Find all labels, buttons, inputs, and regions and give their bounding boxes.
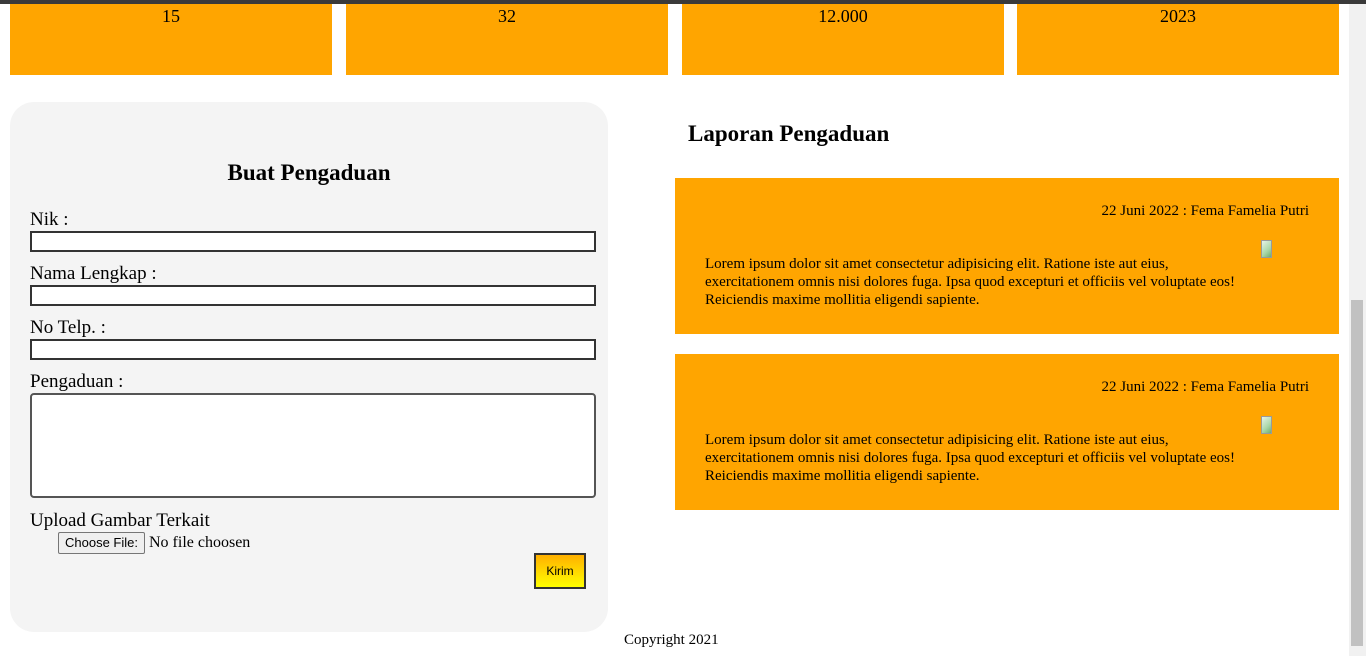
upload-label: Upload Gambar Terkait xyxy=(30,510,210,531)
stats-row: 15 32 12.000 2023 xyxy=(10,4,1339,75)
report-body: Lorem ipsum dolor sit amet consectetur a… xyxy=(705,256,1235,308)
submit-button[interactable]: Kirim xyxy=(534,553,586,589)
nama-input[interactable] xyxy=(30,285,596,306)
form-title: Buat Pengaduan xyxy=(227,160,391,185)
telp-input[interactable] xyxy=(30,339,596,360)
file-status: No file choosen xyxy=(148,534,251,551)
reports-title: Laporan Pengaduan xyxy=(688,121,890,146)
pengaduan-label: Pengaduan : xyxy=(30,371,124,392)
stat-box: 15 xyxy=(10,4,332,75)
report-meta: 22 Juni 2022 : Fema Famelia Putri xyxy=(1101,379,1310,395)
scrollbar-thumb[interactable] xyxy=(1351,300,1363,646)
report-card: 22 Juni 2022 : Fema Famelia Putri Lorem … xyxy=(675,178,1339,334)
scrollbar[interactable] xyxy=(1349,4,1366,656)
stat-box: 32 xyxy=(346,4,668,75)
nama-label: Nama Lengkap : xyxy=(30,263,157,284)
nik-label: Nik : xyxy=(30,209,69,230)
broken-image-icon xyxy=(1261,240,1272,258)
stat-value: 15 xyxy=(162,6,180,26)
telp-label: No Telp. : xyxy=(30,317,106,338)
report-meta: 22 Juni 2022 : Fema Famelia Putri xyxy=(1101,203,1310,219)
pengaduan-textarea[interactable] xyxy=(30,393,596,498)
report-card: 22 Juni 2022 : Fema Famelia Putri Lorem … xyxy=(675,354,1339,510)
broken-image-icon xyxy=(1261,416,1272,434)
footer-copyright: Copyright 2021 xyxy=(624,632,719,648)
nik-input[interactable] xyxy=(30,231,596,252)
stat-value: 2023 xyxy=(1160,6,1196,26)
report-body: Lorem ipsum dolor sit amet consectetur a… xyxy=(705,432,1235,484)
choose-file-button[interactable]: Choose File: xyxy=(58,532,145,554)
stat-box: 2023 xyxy=(1017,4,1339,75)
stat-value: 12.000 xyxy=(818,6,868,26)
file-upload: Choose File: No file choosen xyxy=(58,532,250,554)
stat-value: 32 xyxy=(498,6,516,26)
stat-box: 12.000 xyxy=(682,4,1004,75)
